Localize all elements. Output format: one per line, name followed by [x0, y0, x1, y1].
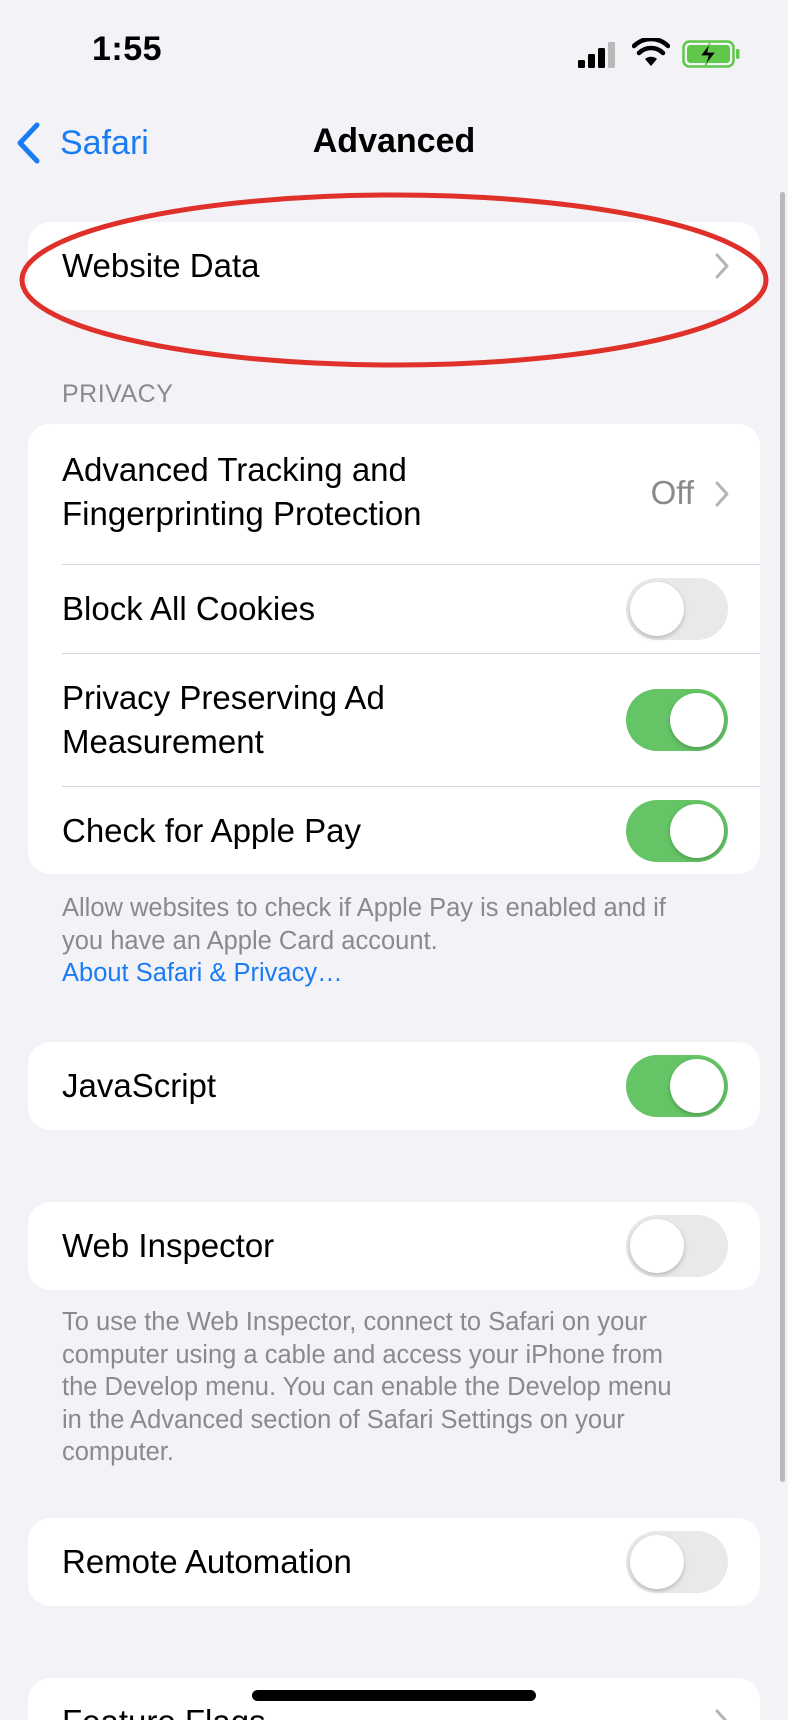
privacy-ad-measurement-row: Privacy Preserving Ad Measurement: [28, 654, 760, 786]
tracking-protection-label: Advanced Tracking and Fingerprinting Pro…: [62, 451, 422, 532]
privacy-ad-measurement-label: Privacy Preserving Ad Measurement: [62, 679, 385, 760]
privacy-group: Advanced Tracking and Fingerprinting Pro…: [28, 424, 760, 874]
web-inspector-label: Web Inspector: [62, 1227, 275, 1264]
toggle-knob: [670, 803, 724, 858]
remote-automation-label: Remote Automation: [62, 1543, 352, 1580]
battery-charging-icon: [682, 40, 740, 68]
toggle-knob: [630, 1219, 684, 1273]
website-data-row[interactable]: Website Data: [28, 222, 760, 310]
toggle-knob: [630, 1535, 684, 1589]
about-safari-privacy-link[interactable]: About Safari & Privacy…: [62, 957, 752, 990]
javascript-group: JavaScript: [28, 1042, 760, 1130]
tracking-protection-row[interactable]: Advanced Tracking and Fingerprinting Pro…: [28, 424, 760, 564]
block-all-cookies-label: Block All Cookies: [62, 590, 316, 627]
chevron-right-icon: [715, 1709, 728, 1720]
toggle-knob: [670, 693, 724, 747]
page-title: Advanced: [312, 122, 476, 160]
wifi-icon: [632, 38, 670, 66]
privacy-section-header: PRIVACY: [62, 380, 174, 408]
check-apple-pay-toggle[interactable]: [626, 799, 728, 862]
website-data-group: Website Data: [28, 222, 760, 310]
remote-automation-group: Remote Automation: [28, 1518, 760, 1606]
toggle-knob: [670, 1059, 724, 1113]
website-data-label: Website Data: [62, 247, 260, 284]
cellular-signal-icon: [578, 42, 615, 68]
javascript-row: JavaScript: [28, 1042, 760, 1130]
web-inspector-group: Web Inspector: [28, 1202, 760, 1290]
status-time: 1:55: [92, 30, 163, 68]
block-all-cookies-toggle[interactable]: [626, 578, 728, 640]
feature-flags-label: Feature Flags: [62, 1700, 266, 1720]
scrollbar[interactable]: [780, 192, 785, 1482]
web-inspector-row: Web Inspector: [28, 1202, 760, 1290]
check-apple-pay-row: Check for Apple Pay: [28, 787, 760, 874]
web-inspector-footer: To use the Web Inspector, connect to Saf…: [62, 1308, 672, 1466]
chevron-right-icon: [715, 253, 729, 279]
web-inspector-toggle[interactable]: [626, 1215, 728, 1277]
privacy-ad-measurement-toggle[interactable]: [626, 689, 728, 751]
javascript-toggle[interactable]: [626, 1055, 728, 1117]
javascript-label: JavaScript: [62, 1067, 217, 1104]
check-apple-pay-label: Check for Apple Pay: [62, 811, 361, 849]
home-indicator[interactable]: [252, 1690, 536, 1701]
privacy-footer: Allow websites to check if Apple Pay is …: [62, 892, 752, 990]
block-all-cookies-row: Block All Cookies: [28, 565, 760, 653]
remote-automation-row: Remote Automation: [28, 1518, 760, 1606]
toggle-knob: [630, 582, 684, 636]
chevron-right-icon: [715, 481, 729, 507]
tracking-protection-value: Off: [650, 474, 694, 511]
remote-automation-toggle[interactable]: [626, 1531, 728, 1593]
